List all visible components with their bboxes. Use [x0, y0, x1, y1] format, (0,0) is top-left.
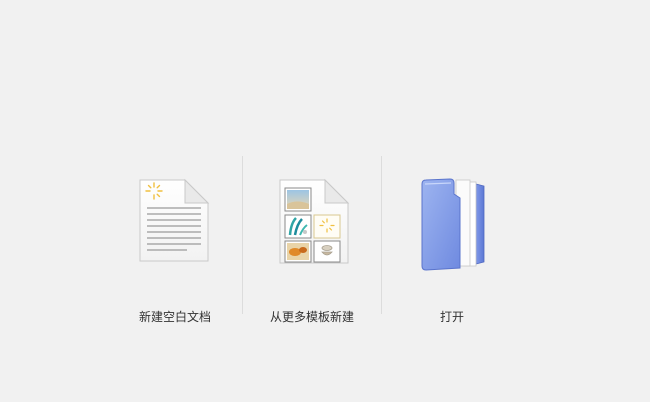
folder-icon	[416, 176, 488, 276]
blank-document-icon	[137, 168, 213, 268]
new-blank-document-option[interactable]: 新建空白文档	[115, 168, 235, 338]
new-blank-document-label: 新建空白文档	[138, 310, 211, 324]
open-label: 打开	[439, 310, 464, 324]
new-from-template-label: 从更多模板新建	[269, 310, 354, 324]
new-document-panel: 新建空白文档 从更多模板新建 打开	[0, 0, 650, 402]
divider	[242, 156, 243, 314]
divider	[381, 156, 382, 314]
open-option[interactable]: 打开	[392, 168, 512, 338]
new-from-template-option[interactable]: 从更多模板新建	[252, 168, 372, 338]
template-document-icon	[277, 168, 351, 270]
